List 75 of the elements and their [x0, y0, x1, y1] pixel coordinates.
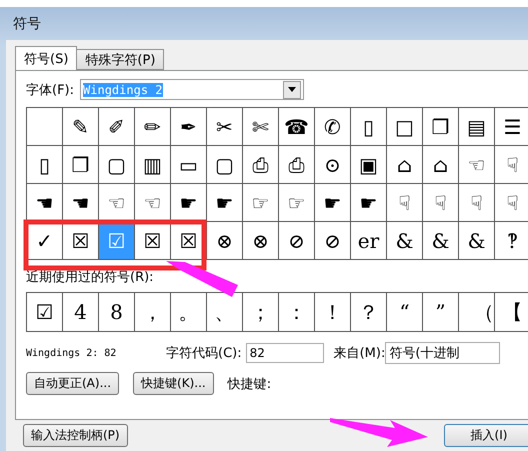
- symbol-cell[interactable]: ✄: [243, 108, 279, 146]
- recent-symbol-cell[interactable]: “: [387, 293, 423, 331]
- recent-symbol-cell[interactable]: ！: [315, 293, 351, 331]
- recent-symbol-cell[interactable]: ，: [135, 293, 171, 331]
- symbol-cell[interactable]: ☟: [423, 184, 459, 222]
- symbol-cell[interactable]: ☛: [351, 184, 387, 222]
- recent-symbol-cell[interactable]: ”: [423, 293, 459, 331]
- symbol-cell[interactable]: ⊘: [279, 222, 315, 260]
- from-label: 来自(M):: [334, 345, 386, 362]
- symbol-cell[interactable]: ☟: [387, 184, 423, 222]
- symbol-cell[interactable]: □: [387, 108, 423, 146]
- char-code-field[interactable]: 82: [246, 343, 324, 363]
- symbol-cell[interactable]: ⊙: [315, 146, 351, 184]
- symbol-cell[interactable]: ⌂: [387, 146, 423, 184]
- symbol-cell[interactable]: ⎙: [243, 146, 279, 184]
- insert-button[interactable]: 插入(I): [444, 424, 528, 447]
- pointer-arrow: [166, 261, 238, 297]
- font-code-text: Wingdings 2: 82: [26, 348, 118, 358]
- symbol-cell[interactable]: ❐: [423, 108, 459, 146]
- recent-symbol-cell[interactable]: ？: [351, 293, 387, 331]
- symbol-cell[interactable]: ☛: [207, 184, 243, 222]
- dropdown-arrow-icon: [288, 87, 296, 92]
- symbol-cell[interactable]: ✎: [63, 108, 99, 146]
- recent-symbol-cell[interactable]: 4: [63, 293, 99, 331]
- window-title: 符号: [13, 14, 41, 32]
- symbol-cell[interactable]: ✏: [135, 108, 171, 146]
- symbol-cell[interactable]: ☛: [315, 184, 351, 222]
- symbol-cell[interactable]: ✆: [315, 108, 351, 146]
- symbol-cell[interactable]: &: [423, 222, 459, 260]
- symbol-cell[interactable]: ⊗: [207, 222, 243, 260]
- recent-symbol-cell[interactable]: ：: [279, 293, 315, 331]
- symbol-cell[interactable]: ☟: [459, 184, 495, 222]
- font-label: 字体(F):: [26, 82, 74, 98]
- symbol-cell[interactable]: ▭: [171, 146, 207, 184]
- symbol-cell[interactable]: ⎙: [279, 146, 315, 184]
- symbol-cell[interactable]: ▢: [207, 146, 243, 184]
- dialog-button[interactable]: 自动更正(A)...: [26, 372, 120, 395]
- symbol-cell[interactable]: ☒: [63, 222, 99, 260]
- symbol-cell[interactable]: ❐: [63, 146, 99, 184]
- recent-symbol-cell[interactable]: ☑: [27, 293, 63, 331]
- dropdown-button[interactable]: [283, 80, 302, 98]
- symbol-cell[interactable]: ✒: [171, 108, 207, 146]
- recent-symbol-cell[interactable]: （: [459, 293, 495, 331]
- symbol-cell[interactable]: &: [459, 222, 495, 260]
- recent-symbols-label: 近期使用过的符号(R):: [26, 269, 155, 286]
- symbol-cell[interactable]: er: [351, 222, 387, 260]
- symbol-cell[interactable]: ▥: [135, 146, 171, 184]
- symbol-cell[interactable]: ☒: [135, 222, 171, 260]
- symbol-cell[interactable]: ✐: [99, 108, 135, 146]
- recent-symbol-cell[interactable]: ；: [243, 293, 279, 331]
- symbol-cell[interactable]: ☎: [279, 108, 315, 146]
- recent-symbol-cell[interactable]: 8: [99, 293, 135, 331]
- symbol-cell[interactable]: ⊗: [243, 222, 279, 260]
- tab[interactable]: 特殊字符(P): [76, 49, 164, 70]
- recent-symbol-cell[interactable]: 【: [495, 293, 528, 331]
- from-dropdown[interactable]: 符号(十进制: [385, 342, 500, 364]
- char-code-label: 字符代码(C):: [166, 345, 242, 362]
- symbol-cell[interactable]: ⌂: [423, 146, 459, 184]
- dialog-button[interactable]: 快捷键(K)...: [133, 372, 214, 395]
- symbol-cell[interactable]: ☞: [243, 184, 279, 222]
- symbol-cell[interactable]: ☞: [279, 184, 315, 222]
- shortcut-label: 快捷键:: [228, 376, 272, 392]
- symbol-cell[interactable]: ▣: [351, 146, 387, 184]
- ime-control-button[interactable]: 输入法控制柄(P): [23, 424, 128, 447]
- symbol-cell[interactable]: ▢: [99, 146, 135, 184]
- symbol-cell[interactable]: &: [387, 222, 423, 260]
- symbol-cell[interactable]: ⊘: [315, 222, 351, 260]
- symbol-cell[interactable]: ▯: [351, 108, 387, 146]
- symbol-cell[interactable]: [27, 108, 63, 146]
- recent-symbol-cell[interactable]: 。: [171, 293, 207, 331]
- tab[interactable]: 符号(S): [15, 46, 78, 70]
- symbol-cell[interactable]: ✂: [207, 108, 243, 146]
- symbol-cell[interactable]: ▯: [27, 146, 63, 184]
- symbol-cell[interactable]: ☜: [459, 146, 495, 184]
- symbol-cell[interactable]: ▤: [459, 108, 495, 146]
